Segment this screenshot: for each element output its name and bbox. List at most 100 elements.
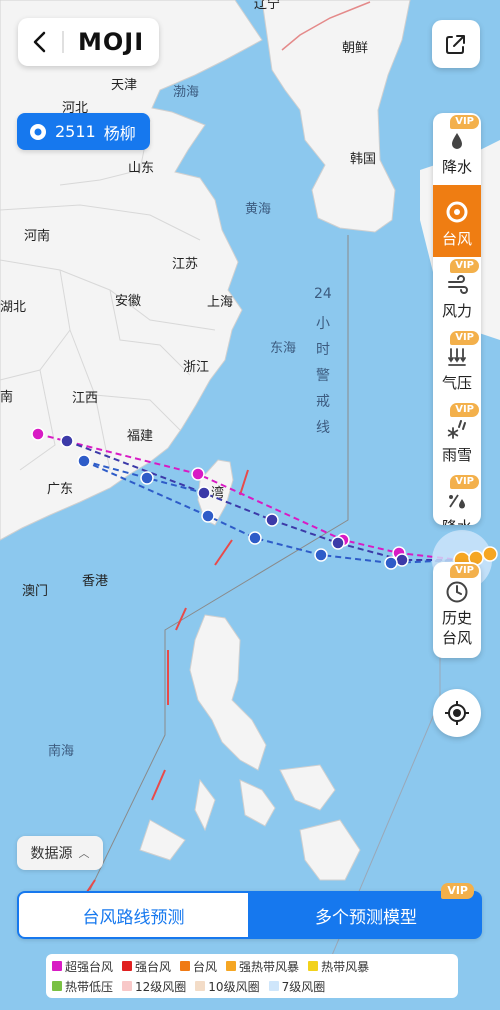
legend-item: 7级风圈: [268, 978, 326, 995]
layer-label: 雨雪: [441, 446, 472, 464]
app-logo: MOJI: [78, 28, 145, 56]
storm-selector[interactable]: 2511 杨柳: [17, 113, 150, 150]
layer-label: 降水: [441, 158, 472, 176]
storm-number: 2511: [55, 122, 96, 141]
legend-label: 强热带风暴: [239, 959, 300, 974]
legend-item: 强台风: [122, 958, 171, 975]
layer-label: 气压: [441, 374, 472, 392]
label-shandong: 山东: [128, 161, 154, 176]
history-label-1: 历史: [441, 609, 472, 627]
legend-swatch: [308, 961, 319, 971]
vip-badge: VIP: [450, 259, 479, 273]
storm-name: 杨柳: [103, 123, 136, 143]
divider: [62, 31, 64, 53]
label-jiangsu: 江苏: [172, 256, 198, 272]
label-yellow-sea: 黄海: [245, 202, 271, 217]
legend-label: 12级风圈: [135, 979, 187, 994]
legend-swatch: [226, 961, 237, 971]
layer-label: 降水: [442, 516, 472, 525]
legend-item: 台风: [180, 958, 217, 975]
tab-route-forecast[interactable]: 台风路线预测: [17, 891, 250, 939]
vip-badge: VIP: [441, 883, 474, 899]
history-typhoon-button[interactable]: VIP 历史 台风: [433, 562, 481, 658]
label-zhejiang: 浙江: [183, 360, 209, 375]
label-north-korea: 朝鲜: [342, 41, 368, 56]
wind-icon: [448, 275, 468, 294]
label-fujian: 福建: [127, 429, 153, 444]
layer-precipitation[interactable]: VIP 降水: [433, 113, 481, 185]
typhoon-icon: [446, 201, 468, 223]
locate-button[interactable]: [433, 689, 481, 737]
legend-row-1: 超强台风 强台风 台风 强热带风暴 热带风暴: [52, 958, 378, 974]
layer-label: 风力: [441, 302, 472, 320]
data-source-button[interactable]: 数据源 ︿: [17, 836, 103, 870]
data-source-label: 数据源: [30, 846, 73, 862]
typhoon-icon: [30, 123, 46, 140]
legend-row-2: 热带低压 12级风圈 10级风圈 7级风圈: [52, 978, 334, 994]
layer-precip-probability[interactable]: VIP 降水: [433, 473, 481, 525]
legend-label: 强台风: [135, 959, 172, 974]
header-bar: MOJI: [18, 18, 159, 66]
legend-swatch: [122, 961, 133, 971]
legend-item: 超强台风: [52, 958, 113, 975]
layer-label: 台风: [441, 230, 472, 248]
legend-label: 10级风圈: [208, 979, 260, 994]
label-south-sea: 南海: [48, 743, 74, 759]
legend-swatch: [122, 981, 133, 991]
legend-label: 7级风圈: [281, 979, 326, 994]
layer-panel: VIP 降水 台风 VIP 风力 VIP 气压 VIP 雨雪 VIP: [433, 113, 481, 525]
label-hubei: 湖北: [0, 300, 26, 315]
legend-item: 10级风圈: [195, 978, 260, 995]
legend-item: 强热带风暴: [226, 958, 299, 975]
label-shanghai: 上海: [207, 295, 233, 310]
legend-item: 热带风暴: [308, 958, 369, 975]
rain-snow-icon: [447, 420, 466, 439]
vip-badge: VIP: [450, 403, 479, 417]
vip-badge: VIP: [450, 475, 479, 489]
legend-swatch: [52, 981, 62, 991]
label-macau: 澳门: [22, 583, 48, 599]
legend-swatch: [195, 981, 206, 991]
label-guangdong: 广东: [47, 482, 73, 497]
label-jiangxi: 江西: [72, 391, 98, 406]
label-tianjin: 天津: [111, 78, 137, 93]
label-bohai: 渤海: [173, 84, 199, 100]
warning-line-label-char: 警: [316, 368, 330, 384]
legend-swatch: [52, 961, 62, 971]
pressure-icon: [448, 348, 466, 366]
warning-line-label-char: 戒: [316, 394, 330, 410]
legend-item: 12级风圈: [122, 978, 186, 995]
legend-label: 热带低压: [65, 979, 114, 994]
legend-swatch: [180, 961, 191, 971]
history-label-2: 台风: [441, 629, 472, 647]
clock-icon: [446, 581, 468, 603]
share-button[interactable]: [432, 20, 480, 68]
label-hongkong: 香港: [82, 574, 108, 589]
layer-rain-snow[interactable]: VIP 雨雪: [433, 401, 481, 473]
rain-icon: [452, 133, 462, 149]
layer-wind[interactable]: VIP 风力: [433, 257, 481, 329]
layer-pressure[interactable]: VIP 气压: [433, 329, 481, 401]
tab-multi-model-label: 多个预测模型: [315, 907, 417, 928]
tab-multi-model[interactable]: 多个预测模型 VIP: [250, 883, 482, 939]
legend-label: 超强台风: [65, 959, 114, 974]
label-east-sea: 东海: [270, 341, 296, 356]
precip-icon: [449, 494, 465, 509]
layer-typhoon[interactable]: 台风: [433, 185, 481, 257]
warning-line-label-number: 24: [314, 286, 332, 302]
label-henan: 河南: [24, 228, 50, 244]
label-liaoning: 辽宁: [254, 0, 280, 12]
map-legend: 超强台风 强台风 台风 强热带风暴 热带风暴 热带低压 12级风圈 10级风圈 7级风圈: [46, 954, 458, 998]
forecast-tabs: 台风路线预测 多个预测模型 VIP: [17, 883, 482, 939]
legend-item: 热带低压: [52, 978, 113, 995]
vip-badge: VIP: [450, 115, 479, 129]
chevron-up-icon: ︿: [78, 847, 90, 860]
chevron-left-icon: [33, 31, 46, 53]
label-anhui: 安徽: [115, 294, 141, 309]
back-button[interactable]: [18, 18, 62, 66]
legend-label: 热带风暴: [321, 959, 370, 974]
locate-icon: [445, 701, 469, 725]
vip-badge: VIP: [450, 331, 479, 345]
vip-badge: VIP: [450, 564, 479, 578]
warning-line-label-char: 线: [316, 420, 330, 436]
